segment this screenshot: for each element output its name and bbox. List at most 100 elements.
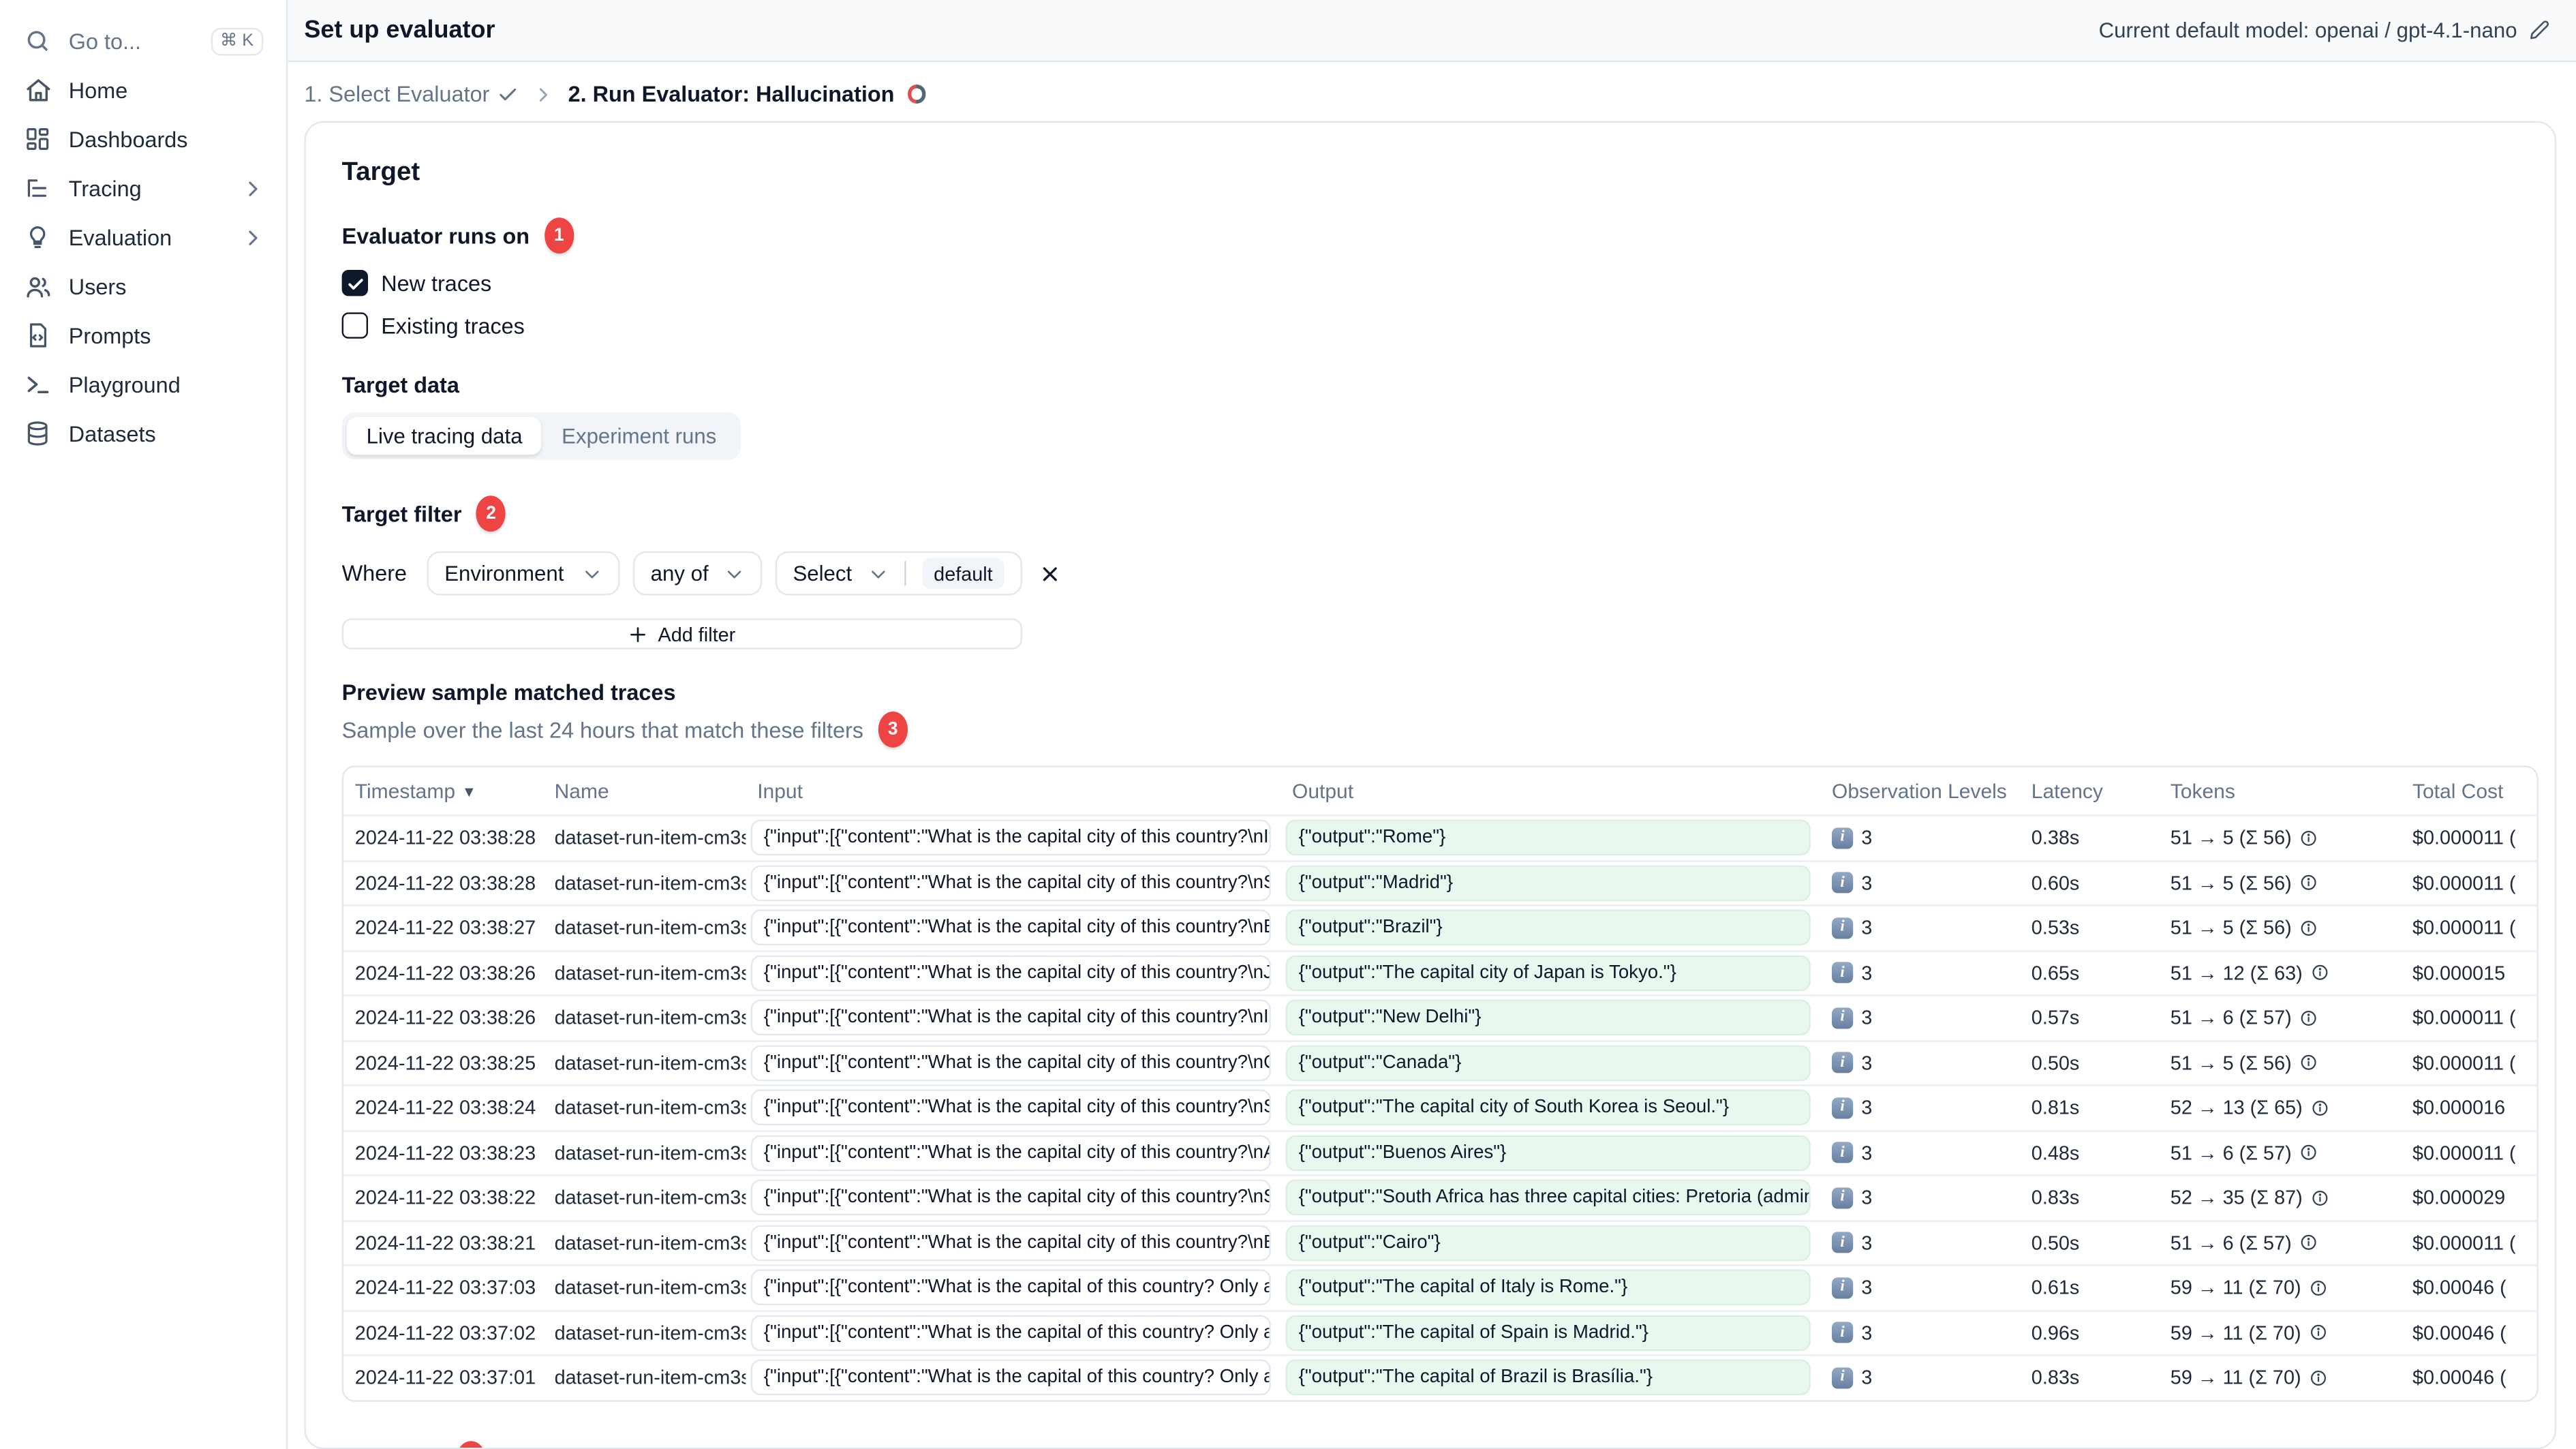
filter-operator-select[interactable]: any of xyxy=(632,551,762,596)
cell-input[interactable]: {"input":[{"content":"What is the capita… xyxy=(746,1315,1281,1351)
cell-output[interactable]: {"output":"The capital city of South Kor… xyxy=(1281,1090,1820,1126)
input-json-chip[interactable]: {"input":[{"content":"What is the capita… xyxy=(750,865,1271,901)
table-row[interactable]: 2024-11-22 03:37:03 dataset-run-item-cm3… xyxy=(343,1264,2537,1309)
table-row[interactable]: 2024-11-22 03:38:27 dataset-run-item-cm3… xyxy=(343,904,2537,949)
add-filter-button[interactable]: Add filter xyxy=(341,618,1023,650)
cell-input[interactable]: {"input":[{"content":"What is the capita… xyxy=(746,1360,1281,1396)
column-header-input[interactable]: Input xyxy=(746,780,1281,803)
cell-input[interactable]: {"input":[{"content":"What is the capita… xyxy=(746,955,1281,991)
sidebar-item-prompts[interactable]: Prompts xyxy=(16,311,270,360)
input-json-chip[interactable]: {"input":[{"content":"What is the capita… xyxy=(750,1000,1271,1036)
output-json-chip[interactable]: {"output":"South Africa has three capita… xyxy=(1285,1180,1811,1216)
cell-output[interactable]: {"output":"Buenos Aires"} xyxy=(1281,1135,1820,1171)
output-json-chip[interactable]: {"output":"The capital of Brazil is Bras… xyxy=(1285,1360,1811,1396)
cell-output[interactable]: {"output":"Madrid"} xyxy=(1281,865,1820,901)
table-row[interactable]: 2024-11-22 03:38:21 dataset-run-item-cm3… xyxy=(343,1219,2537,1264)
cell-input[interactable]: {"input":[{"content":"What is the capita… xyxy=(746,865,1281,901)
input-json-chip[interactable]: {"input":[{"content":"What is the capita… xyxy=(750,910,1271,946)
output-json-chip[interactable]: {"output":"Brazil"} xyxy=(1285,910,1811,946)
table-row[interactable]: 2024-11-22 03:37:02 dataset-run-item-cm3… xyxy=(343,1309,2537,1354)
cell-output[interactable]: {"output":"Brazil"} xyxy=(1281,910,1820,946)
cell-latency: 0.57s xyxy=(2031,1006,2080,1030)
input-json-chip[interactable]: {"input":[{"content":"What is the capita… xyxy=(750,1045,1271,1081)
input-json-chip[interactable]: {"input":[{"content":"What is the capita… xyxy=(750,1315,1271,1351)
table-row[interactable]: 2024-11-22 03:37:01 dataset-run-item-cm3… xyxy=(343,1354,2537,1399)
cell-input[interactable]: {"input":[{"content":"What is the capita… xyxy=(746,1270,1281,1306)
cell-input[interactable]: {"input":[{"content":"What is the capita… xyxy=(746,1090,1281,1126)
edit-pencil-icon[interactable] xyxy=(2528,20,2549,41)
remove-filter-icon[interactable] xyxy=(1039,562,1062,585)
cell-output[interactable]: {"output":"Cairo"} xyxy=(1281,1225,1820,1261)
sidebar-item-evaluation[interactable]: Evaluation xyxy=(16,213,270,262)
cell-output[interactable]: {"output":"South Africa has three capita… xyxy=(1281,1180,1820,1216)
cell-input[interactable]: {"input":[{"content":"What is the capita… xyxy=(746,1045,1281,1081)
column-header-latency[interactable]: Latency xyxy=(2020,780,2159,803)
output-json-chip[interactable]: {"output":"Rome"} xyxy=(1285,820,1811,856)
sidebar-item-tracing[interactable]: Tracing xyxy=(16,164,270,213)
input-json-chip[interactable]: {"input":[{"content":"What is the capita… xyxy=(750,1225,1271,1261)
goto-search[interactable]: Go to... ⌘ K xyxy=(16,16,270,65)
cell-tokens: 51 → 6 (Σ 57) xyxy=(2159,1232,2401,1254)
filter-column-select[interactable]: Environment xyxy=(426,551,620,596)
table-row[interactable]: 2024-11-22 03:38:24 dataset-run-item-cm3… xyxy=(343,1084,2537,1129)
step-badge-3: 3 xyxy=(878,712,908,748)
plus-icon xyxy=(630,626,646,641)
column-header-name[interactable]: Name xyxy=(543,780,746,803)
table-row[interactable]: 2024-11-22 03:38:23 dataset-run-item-cm3… xyxy=(343,1129,2537,1174)
breadcrumb-step1[interactable]: 1. Select Evaluator xyxy=(304,82,519,106)
cell-output[interactable]: {"output":"Rome"} xyxy=(1281,820,1820,856)
table-row[interactable]: 2024-11-22 03:38:28 dataset-run-item-cm3… xyxy=(343,814,2537,859)
output-json-chip[interactable]: {"output":"The capital of Italy is Rome.… xyxy=(1285,1270,1811,1306)
cell-output[interactable]: {"output":"The capital of Brazil is Bras… xyxy=(1281,1360,1820,1396)
checkbox-box[interactable] xyxy=(341,270,368,296)
checkbox-existing-traces[interactable]: Existing traces xyxy=(341,312,2539,339)
table-row[interactable]: 2024-11-22 03:38:26 dataset-run-item-cm3… xyxy=(343,994,2537,1039)
cell-input[interactable]: {"input":[{"content":"What is the capita… xyxy=(746,1225,1281,1261)
column-header-observation-levels[interactable]: Observation Levels xyxy=(1820,780,2020,803)
cell-output[interactable]: {"output":"Canada"} xyxy=(1281,1045,1820,1081)
cell-input[interactable]: {"input":[{"content":"What is the capita… xyxy=(746,1000,1281,1036)
tab-live-tracing-data[interactable]: Live tracing data xyxy=(346,417,542,455)
cell-output[interactable]: {"output":"The capital of Italy is Rome.… xyxy=(1281,1270,1820,1306)
column-header-total-cost[interactable]: Total Cost xyxy=(2401,780,2536,803)
table-row[interactable]: 2024-11-22 03:38:22 dataset-run-item-cm3… xyxy=(343,1174,2537,1219)
table-row[interactable]: 2024-11-22 03:38:25 dataset-run-item-cm3… xyxy=(343,1039,2537,1084)
tab-experiment-runs[interactable]: Experiment runs xyxy=(542,417,736,455)
checkbox-box[interactable] xyxy=(341,312,368,339)
column-header-tokens[interactable]: Tokens xyxy=(2159,780,2401,803)
table-row[interactable]: 2024-11-22 03:38:26 dataset-run-item-cm3… xyxy=(343,949,2537,994)
input-json-chip[interactable]: {"input":[{"content":"What is the capita… xyxy=(750,820,1271,856)
output-json-chip[interactable]: {"output":"Cairo"} xyxy=(1285,1225,1811,1261)
output-json-chip[interactable]: {"output":"Madrid"} xyxy=(1285,865,1811,901)
cell-input[interactable]: {"input":[{"content":"What is the capita… xyxy=(746,820,1281,856)
table-row[interactable]: 2024-11-22 03:38:28 dataset-run-item-cm3… xyxy=(343,859,2537,904)
sidebar-item-home[interactable]: Home xyxy=(16,65,270,115)
cell-input[interactable]: {"input":[{"content":"What is the capita… xyxy=(746,1135,1281,1171)
output-json-chip[interactable]: {"output":"Canada"} xyxy=(1285,1045,1811,1081)
dashboards-icon xyxy=(23,124,52,153)
output-json-chip[interactable]: {"output":"New Delhi"} xyxy=(1285,1000,1811,1036)
column-header-timestamp[interactable]: Timestamp ▼ xyxy=(343,780,543,803)
input-json-chip[interactable]: {"input":[{"content":"What is the capita… xyxy=(750,1135,1271,1171)
sidebar-item-playground[interactable]: Playground xyxy=(16,360,270,409)
checkbox-new-traces[interactable]: New traces xyxy=(341,270,2539,296)
output-json-chip[interactable]: {"output":"The capital city of South Kor… xyxy=(1285,1090,1811,1126)
input-json-chip[interactable]: {"input":[{"content":"What is the capita… xyxy=(750,1090,1271,1126)
input-json-chip[interactable]: {"input":[{"content":"What is the capita… xyxy=(750,955,1271,991)
input-json-chip[interactable]: {"input":[{"content":"What is the capita… xyxy=(750,1360,1271,1396)
cell-output[interactable]: {"output":"New Delhi"} xyxy=(1281,1000,1820,1036)
filter-value-select[interactable]: Select default xyxy=(775,551,1022,596)
output-json-chip[interactable]: {"output":"The capital city of Japan is … xyxy=(1285,955,1811,991)
sidebar-item-datasets[interactable]: Datasets xyxy=(16,409,270,458)
cell-output[interactable]: {"output":"The capital city of Japan is … xyxy=(1281,955,1820,991)
sidebar-item-dashboards[interactable]: Dashboards xyxy=(16,115,270,164)
cell-input[interactable]: {"input":[{"content":"What is the capita… xyxy=(746,910,1281,946)
input-json-chip[interactable]: {"input":[{"content":"What is the capita… xyxy=(750,1180,1271,1216)
output-json-chip[interactable]: {"output":"Buenos Aires"} xyxy=(1285,1135,1811,1171)
column-header-output[interactable]: Output xyxy=(1281,780,1820,803)
input-json-chip[interactable]: {"input":[{"content":"What is the capita… xyxy=(750,1270,1271,1306)
cell-output[interactable]: {"output":"The capital of Spain is Madri… xyxy=(1281,1315,1820,1351)
output-json-chip[interactable]: {"output":"The capital of Spain is Madri… xyxy=(1285,1315,1811,1351)
sidebar-item-users[interactable]: Users xyxy=(16,262,270,311)
cell-input[interactable]: {"input":[{"content":"What is the capita… xyxy=(746,1180,1281,1216)
